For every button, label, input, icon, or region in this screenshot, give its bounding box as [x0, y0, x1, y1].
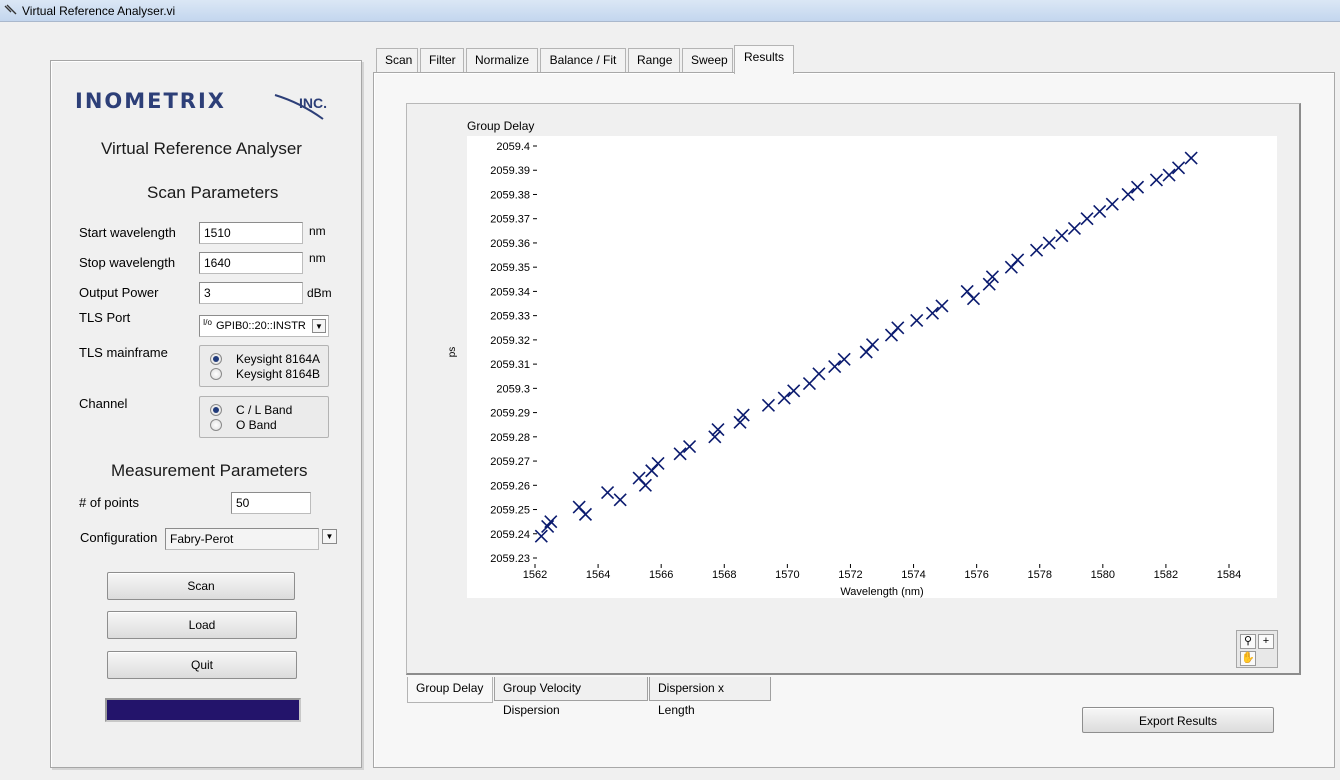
y-tick-label: 2059.38: [490, 189, 530, 201]
measurement-parameters-heading: Measurement Parameters: [111, 461, 308, 480]
x-tick-label: 1574: [901, 569, 925, 581]
x-tick-label: 1576: [964, 569, 988, 581]
subtab-group-delay[interactable]: Group Delay: [407, 677, 493, 703]
tab-balance-fit[interactable]: Balance / Fit: [540, 48, 626, 72]
chevron-down-icon[interactable]: ▼: [312, 319, 326, 333]
y-tick-label: 2059.29: [490, 408, 530, 420]
y-tick-label: 2059.37: [490, 214, 530, 226]
scan-parameters-heading: Scan Parameters: [147, 183, 279, 202]
stop-wavelength-label: Stop wavelength: [79, 255, 176, 270]
graph-palette: ⚲ + ✋: [1236, 630, 1278, 668]
configuration-selector[interactable]: Fabry-Perot: [165, 528, 319, 550]
radio-cl-band[interactable]: [210, 404, 222, 416]
x-tick-label: 1580: [1091, 569, 1115, 581]
output-power-input[interactable]: 3: [199, 282, 303, 304]
y-tick-label: 2059.25: [490, 505, 530, 517]
y-tick-label: 2059.4: [496, 141, 530, 153]
tab-normalize[interactable]: Normalize: [466, 48, 538, 72]
y-tick-label: 2059.32: [490, 335, 530, 347]
group-delay-chart[interactable]: Group Delay 2059.4 2059.39 2059.38 2059.37 20…: [407, 104, 1302, 676]
tls-port-label: TLS Port: [79, 310, 131, 325]
y-tick-label: 2059.39: [490, 165, 530, 177]
x-tick-label: 1584: [1217, 569, 1241, 581]
results-tab-panel: Group Delay 2059.4 2059.39 2059.38 2059.37 20…: [373, 72, 1335, 768]
graph-container: Group Delay 2059.4 2059.39 2059.38 2059.37 20…: [406, 103, 1301, 675]
x-tick-label: 1568: [712, 569, 736, 581]
window-title-bar: Virtual Reference Analyser.vi: [0, 0, 1340, 22]
num-points-label: # of points: [79, 495, 139, 510]
channel-radio-group: C / L Band O Band: [199, 396, 329, 438]
load-button[interactable]: Load: [107, 611, 297, 639]
radio-label-keysight-8164a: Keysight 8164A: [236, 352, 321, 366]
y-tick-label: 2059.33: [490, 311, 530, 323]
app-title: Virtual Reference Analyser: [101, 139, 302, 158]
channel-label: Channel: [79, 396, 128, 411]
num-points-input[interactable]: 50: [231, 492, 311, 514]
tab-filter[interactable]: Filter: [420, 48, 464, 72]
radio-label-keysight-8164b: Keysight 8164B: [236, 367, 321, 381]
tab-sweep[interactable]: Sweep: [682, 48, 733, 72]
y-tick-label: 2059.23: [490, 553, 530, 565]
x-tick-label: 1570: [775, 569, 799, 581]
y-tick-label: 2059.27: [490, 456, 530, 468]
tab-scan[interactable]: Scan: [376, 48, 418, 72]
radio-label-o-band: O Band: [236, 418, 277, 432]
stop-wavelength-unit: nm: [309, 251, 326, 265]
scan-button[interactable]: Scan: [107, 572, 295, 600]
y-tick-label: 2059.35: [490, 262, 530, 274]
x-tick-label: 1566: [649, 569, 673, 581]
y-tick-label: 2059.28: [490, 432, 530, 444]
stop-wavelength-input[interactable]: 1640: [199, 252, 303, 274]
radio-keysight-8164b[interactable]: [210, 368, 222, 380]
y-tick-label: 2059.36: [490, 238, 530, 250]
y-tick-label: 2059.3: [496, 383, 530, 395]
x-tick-label: 1582: [1154, 569, 1178, 581]
tls-port-selector[interactable]: I/o GPIB0::20::INSTR ▼: [199, 315, 329, 337]
configuration-dropdown-icon[interactable]: ▼: [322, 529, 337, 544]
quit-button[interactable]: Quit: [107, 651, 297, 679]
window-title: Virtual Reference Analyser.vi: [22, 4, 176, 18]
radio-keysight-8164a[interactable]: [210, 353, 222, 365]
tls-mainframe-radio-group: Keysight 8164A Keysight 8164B: [199, 345, 329, 387]
cursor-crosshair-icon[interactable]: +: [1258, 634, 1274, 649]
x-tick-label: 1562: [523, 569, 547, 581]
labview-vi-icon: [4, 4, 17, 15]
radio-o-band[interactable]: [210, 419, 222, 431]
progress-bar: [105, 698, 301, 722]
x-tick-label: 1564: [586, 569, 610, 581]
start-wavelength-input[interactable]: 1510: [199, 222, 303, 244]
start-wavelength-unit: nm: [309, 224, 326, 238]
configuration-label: Configuration: [80, 530, 158, 545]
output-power-label: Output Power: [79, 285, 159, 300]
output-power-unit: dBm: [307, 286, 332, 300]
y-tick-label: 2059.34: [490, 286, 530, 298]
export-results-button[interactable]: Export Results: [1082, 707, 1274, 733]
y-tick-label: 2059.26: [490, 480, 530, 492]
chart-title: Group Delay: [467, 119, 534, 133]
start-wavelength-label: Start wavelength: [79, 225, 176, 240]
y-axis-label: ps: [447, 347, 458, 358]
pan-hand-icon[interactable]: ✋: [1240, 651, 1256, 666]
subtab-dispersion-x-length[interactable]: Dispersion x Length: [649, 677, 771, 717]
io-resource-icon: I/o: [203, 318, 212, 327]
plot-area: [467, 136, 1277, 598]
zoom-icon[interactable]: ⚲: [1240, 634, 1256, 649]
left-control-panel: INOMETRIX INC. Virtual Reference Analyse…: [50, 60, 362, 768]
y-tick-label: 2059.31: [490, 359, 530, 371]
tab-range[interactable]: Range: [628, 48, 680, 72]
x-tick-label: 1578: [1027, 569, 1051, 581]
subtab-group-velocity-dispersion[interactable]: Group Velocity Dispersion: [494, 677, 648, 717]
company-logo-suffix: INC.: [299, 95, 327, 111]
radio-label-cl-band: C / L Band: [236, 403, 293, 417]
y-tick-label: 2059.24: [490, 529, 530, 541]
x-axis-label: Wavelength (nm): [840, 586, 923, 598]
x-tick-label: 1572: [838, 569, 862, 581]
tls-mainframe-label: TLS mainframe: [79, 345, 168, 360]
tab-results[interactable]: Results: [734, 45, 794, 74]
company-logo-text: INOMETRIX: [75, 89, 226, 113]
tls-port-value: GPIB0::20::INSTR: [216, 320, 306, 332]
